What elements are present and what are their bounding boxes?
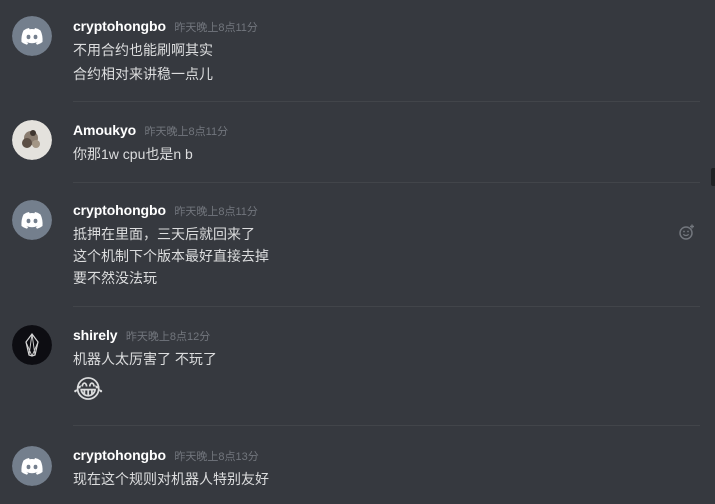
emoji-message: 😂 <box>73 374 104 404</box>
add-reaction-icon <box>679 224 694 240</box>
user-photo-avatar <box>12 120 52 160</box>
timestamp: 昨天晚上8点13分 <box>174 451 259 463</box>
message-text: 不用合约也能刷啊其实 <box>73 42 213 58</box>
add-reaction-button[interactable] <box>678 223 696 241</box>
message-divider <box>73 425 700 426</box>
message-header: cryptohongbo 昨天晚上8点13分 <box>73 447 259 465</box>
author-name[interactable]: cryptohongbo <box>73 447 166 463</box>
author-name[interactable]: Amoukyo <box>73 122 136 138</box>
timestamp: 昨天晚上8点11分 <box>174 22 258 34</box>
author-name[interactable]: cryptohongbo <box>73 18 166 34</box>
timestamp: 昨天晚上8点11分 <box>144 126 229 138</box>
author-name[interactable]: cryptohongbo <box>73 202 166 218</box>
message-text: 合约相对来讲稳一点儿 <box>73 66 213 82</box>
avatar[interactable] <box>12 446 52 486</box>
message-text: 这个机制下个版本最好直接去掉 <box>73 248 269 264</box>
message-text: 你那1w cpu也是n b <box>73 146 193 162</box>
message-divider <box>73 306 700 307</box>
discord-logo-icon <box>12 16 52 56</box>
message-divider <box>73 182 700 183</box>
eos-logo-icon <box>12 325 52 365</box>
avatar[interactable] <box>12 200 52 240</box>
timestamp: 昨天晚上8点11分 <box>174 206 258 218</box>
avatar[interactable] <box>12 16 52 56</box>
discord-logo-icon <box>12 446 52 486</box>
avatar[interactable] <box>12 325 52 365</box>
message-text: 要不然没法玩 <box>73 270 157 286</box>
timestamp: 昨天晚上8点12分 <box>125 331 211 343</box>
discord-logo-icon <box>12 200 52 240</box>
avatar[interactable] <box>12 120 52 160</box>
author-name[interactable]: shirely <box>73 327 118 343</box>
message-text: 抵押在里面，三天后就回来了 <box>73 226 255 242</box>
message-divider <box>73 101 700 102</box>
scrollbar-thumb[interactable] <box>711 168 715 186</box>
chat-messages[interactable]: cryptohongbo 昨天晚上8点11分 不用合约也能刷啊其实 合约相对来讲… <box>0 0 715 504</box>
message-header: shirely 昨天晚上8点12分 <box>73 327 210 345</box>
message-text: 现在这个规则对机器人特别友好 <box>73 471 269 487</box>
message-header: Amoukyo 昨天晚上8点11分 <box>73 122 228 140</box>
message-text: 机器人太厉害了 不玩了 <box>73 351 217 367</box>
message-header: cryptohongbo 昨天晚上8点11分 <box>73 202 258 220</box>
message-header: cryptohongbo 昨天晚上8点11分 <box>73 18 258 36</box>
